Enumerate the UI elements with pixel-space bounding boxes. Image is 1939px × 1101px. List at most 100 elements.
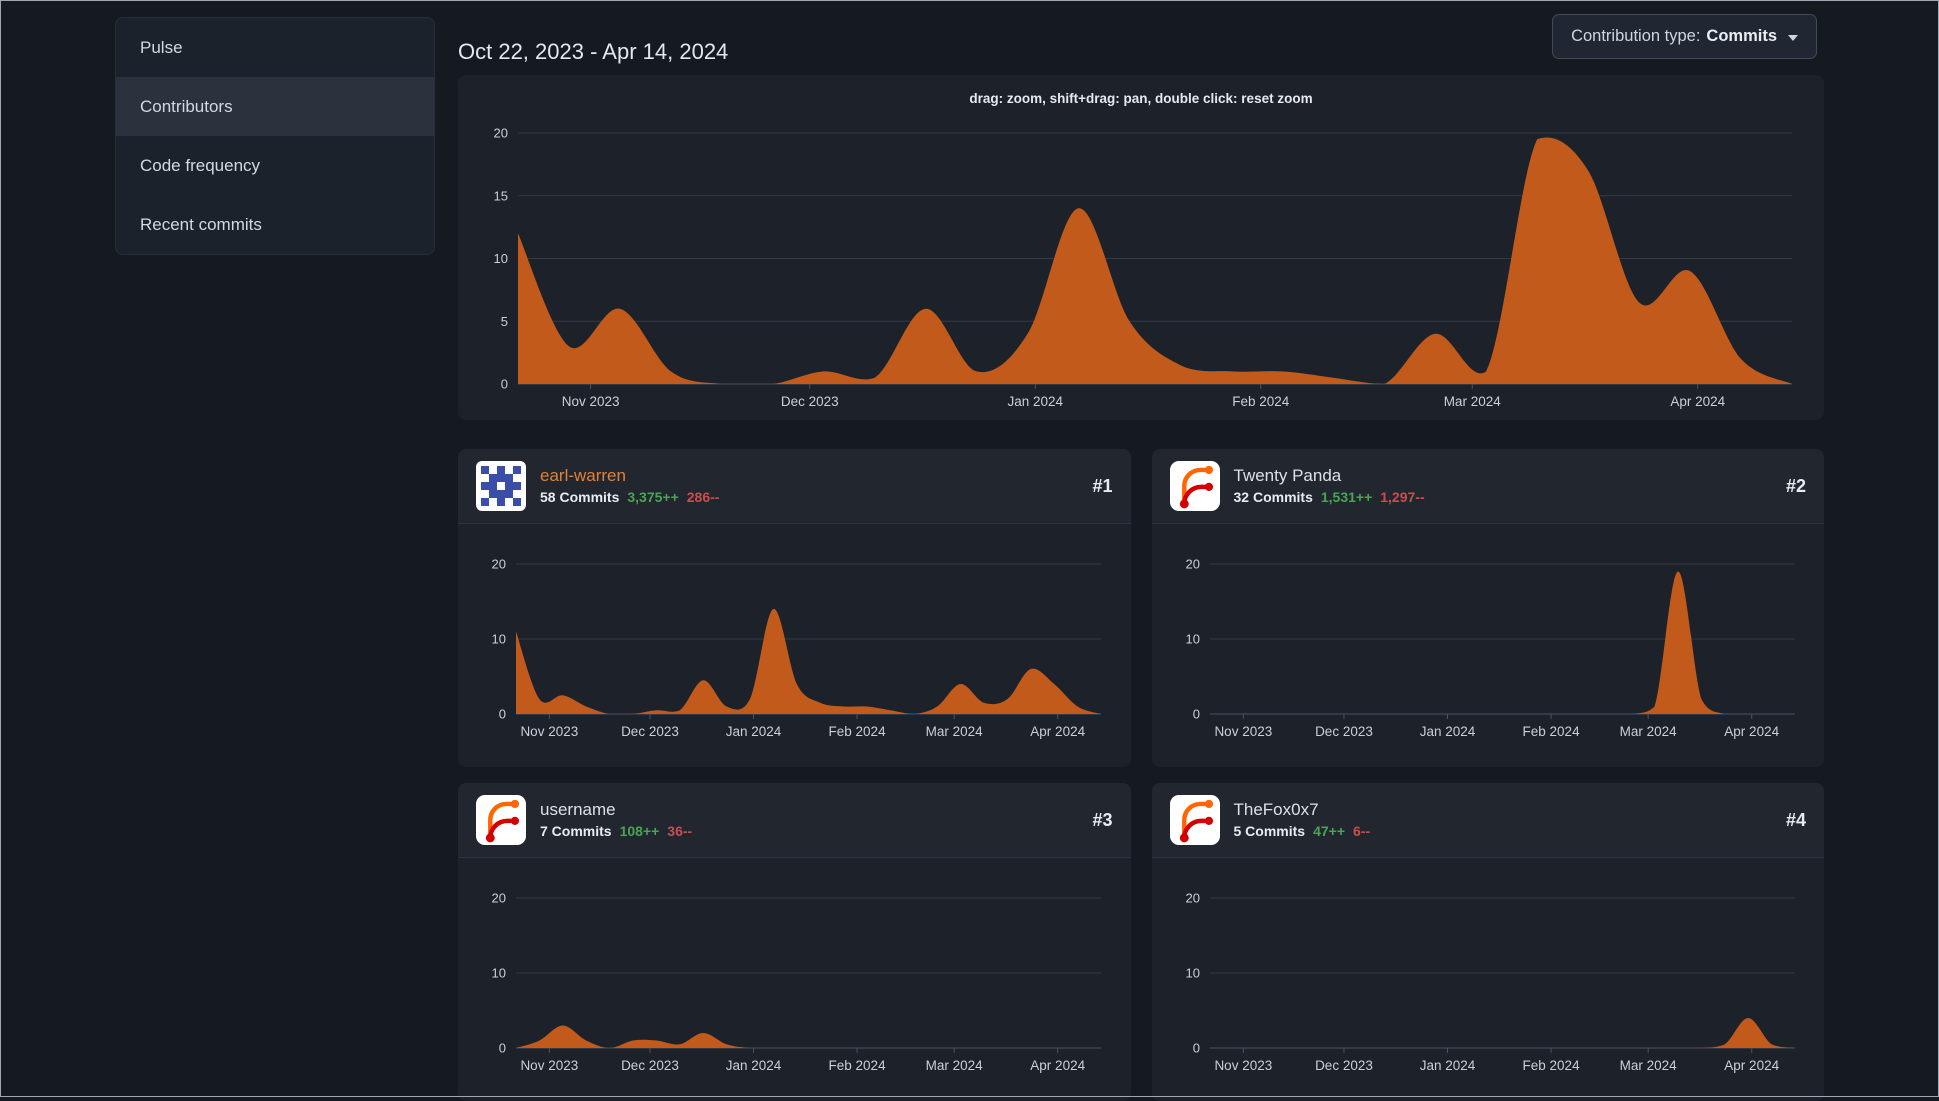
contributor-cards-grid: earl-warren 58 Commits 3,375++ 286-- #1 … (458, 449, 1824, 1101)
svg-text:20: 20 (494, 126, 508, 141)
svg-text:Apr 2024: Apr 2024 (1724, 1058, 1779, 1073)
contributor-name-link[interactable]: username (540, 799, 692, 820)
svg-text:20: 20 (492, 891, 506, 906)
contributor-name-link[interactable]: TheFox0x7 (1234, 799, 1371, 820)
additions-count: 1,531++ (1320, 489, 1373, 506)
svg-text:Feb 2024: Feb 2024 (1232, 394, 1290, 409)
overall-chart-panel: drag: zoom, shift+drag: pan, double clic… (458, 75, 1824, 420)
contributor-card-header: earl-warren 58 Commits 3,375++ 286-- #1 (458, 449, 1131, 524)
sidebar-item-contributors[interactable]: Contributors (116, 77, 434, 136)
avatar-forgejo-logo[interactable] (1169, 795, 1220, 845)
svg-text:0: 0 (501, 377, 508, 392)
svg-text:Mar 2024: Mar 2024 (926, 724, 984, 739)
contributor-card-4: TheFox0x7 5 Commits 47++ 6-- #4 0 10 20 Nov… (1151, 783, 1824, 1101)
avatar-identicon[interactable] (476, 461, 526, 511)
chart-zoom-hint: drag: zoom, shift+drag: pan, double clic… (969, 91, 1313, 106)
svg-text:Dec 2023: Dec 2023 (1315, 1058, 1373, 1073)
contributor-stats: 58 Commits 3,375++ 286-- (540, 489, 719, 507)
contributor-name-link[interactable]: earl-warren (540, 465, 719, 486)
svg-text:20: 20 (1185, 557, 1199, 572)
svg-text:0: 0 (499, 707, 506, 722)
svg-text:Feb 2024: Feb 2024 (1522, 1058, 1580, 1073)
contributor-card-header: Twenty Panda 32 Commits 1,531++ 1,297-- … (1151, 449, 1824, 524)
additions-count: 3,375++ (627, 489, 679, 506)
commit-count: 58 Commits (540, 489, 620, 506)
chevron-down-icon (1788, 35, 1798, 41)
svg-text:Dec 2023: Dec 2023 (621, 1058, 679, 1073)
rank-badge: #4 (1785, 809, 1806, 830)
contributor-commits-chart[interactable]: 0 10 20 Nov 2023 Dec 2023 Jan 2024 Feb 2024 Mar… (466, 868, 1123, 1078)
svg-text:Jan 2024: Jan 2024 (1419, 724, 1475, 739)
contributor-stats: 32 Commits 1,531++ 1,297-- (1234, 489, 1425, 507)
svg-text:10: 10 (494, 251, 508, 266)
sidebar-item-recent-commits[interactable]: Recent commits (116, 195, 434, 254)
svg-text:Feb 2024: Feb 2024 (829, 724, 887, 739)
additions-count: 47++ (1313, 823, 1346, 840)
svg-text:10: 10 (492, 966, 506, 981)
contribution-type-label: Contribution type: (1571, 27, 1701, 45)
svg-text:Apr 2024: Apr 2024 (1030, 724, 1085, 739)
svg-text:Apr 2024: Apr 2024 (1670, 394, 1725, 409)
contribution-type-value: Commits (1706, 27, 1777, 45)
svg-text:Jan 2024: Jan 2024 (726, 724, 782, 739)
rank-badge: #1 (1092, 475, 1113, 496)
sidebar-item-label: Code frequency (140, 155, 261, 175)
svg-text:Jan 2024: Jan 2024 (1419, 1058, 1475, 1073)
overall-commits-chart[interactable]: 0 5 10 15 20 Nov 2023 Dec 2023 Jan 2024 Feb 2024… (468, 119, 1814, 414)
deletions-count: 36-- (667, 823, 693, 840)
svg-text:Nov 2023: Nov 2023 (1214, 1058, 1272, 1073)
rank-badge: #3 (1092, 809, 1113, 830)
svg-text:Nov 2023: Nov 2023 (520, 724, 578, 739)
contribution-type-dropdown[interactable]: Contribution type: Commits (1552, 14, 1817, 59)
sidebar-item-code-frequency[interactable]: Code frequency (116, 136, 434, 195)
svg-text:Mar 2024: Mar 2024 (926, 1058, 984, 1073)
contributor-identity: username 7 Commits 108++ 36-- (540, 799, 692, 841)
rank-badge: #2 (1785, 475, 1806, 496)
contributor-card-header: username 7 Commits 108++ 36-- #3 (458, 783, 1131, 858)
svg-text:10: 10 (1185, 966, 1199, 981)
svg-text:Jan 2024: Jan 2024 (726, 1058, 782, 1073)
sidebar-menu: Pulse Contributors Code frequency Recent… (115, 17, 435, 255)
sidebar-item-label: Recent commits (140, 214, 262, 234)
svg-text:Apr 2024: Apr 2024 (1030, 1058, 1085, 1073)
contributor-card-2: Twenty Panda 32 Commits 1,531++ 1,297-- … (1151, 449, 1824, 767)
avatar-forgejo-logo[interactable] (1169, 461, 1220, 511)
svg-text:20: 20 (492, 557, 506, 572)
contributor-stats: 7 Commits 108++ 36-- (540, 823, 692, 841)
deletions-count: 286-- (686, 489, 720, 506)
sidebar-item-label: Contributors (140, 96, 233, 116)
commit-count: 5 Commits (1233, 823, 1306, 840)
svg-text:Feb 2024: Feb 2024 (1522, 724, 1580, 739)
svg-text:10: 10 (1185, 632, 1199, 647)
contributor-identity: earl-warren 58 Commits 3,375++ 286-- (540, 465, 719, 507)
svg-text:5: 5 (501, 314, 508, 329)
svg-text:Feb 2024: Feb 2024 (829, 1058, 887, 1073)
sidebar-item-pulse[interactable]: Pulse (116, 18, 434, 77)
svg-text:Jan 2024: Jan 2024 (1007, 394, 1063, 409)
contributor-name-link[interactable]: Twenty Panda (1234, 465, 1425, 486)
svg-text:20: 20 (1185, 891, 1199, 906)
svg-text:0: 0 (1192, 707, 1199, 722)
svg-text:Dec 2023: Dec 2023 (1315, 724, 1373, 739)
contributor-identity: Twenty Panda 32 Commits 1,531++ 1,297-- (1234, 465, 1425, 507)
commit-count: 7 Commits (540, 823, 612, 840)
contributor-card-header: TheFox0x7 5 Commits 47++ 6-- #4 (1151, 783, 1824, 858)
deletions-count: 1,297-- (1380, 489, 1425, 506)
additions-count: 108++ (619, 823, 660, 840)
deletions-count: 6-- (1353, 823, 1371, 840)
contributor-commits-chart[interactable]: 0 10 20 Nov 2023 Dec 2023 Jan 2024 Feb 2024 Mar… (1160, 534, 1817, 744)
svg-text:Mar 2024: Mar 2024 (1444, 394, 1502, 409)
svg-text:Mar 2024: Mar 2024 (1619, 1058, 1677, 1073)
contributor-card-3: username 7 Commits 108++ 36-- #3 0 10 20 No… (458, 783, 1131, 1101)
date-range-title: Oct 22, 2023 - Apr 14, 2024 (458, 38, 729, 64)
svg-text:Apr 2024: Apr 2024 (1724, 724, 1779, 739)
contributor-commits-chart[interactable]: 0 10 20 Nov 2023 Dec 2023 Jan 2024 Feb 2024 Mar… (1160, 868, 1817, 1078)
contributor-identity: TheFox0x7 5 Commits 47++ 6-- (1234, 799, 1371, 841)
contributor-stats: 5 Commits 47++ 6-- (1234, 823, 1371, 841)
sidebar-item-label: Pulse (140, 37, 183, 57)
svg-text:15: 15 (494, 188, 508, 203)
svg-text:Dec 2023: Dec 2023 (781, 394, 839, 409)
contributor-commits-chart[interactable]: 0 10 20 Nov 2023 Dec 2023 Jan 2024 Feb 2024 Mar… (466, 534, 1123, 744)
avatar-forgejo-logo[interactable] (476, 795, 526, 845)
svg-text:Nov 2023: Nov 2023 (562, 394, 620, 409)
